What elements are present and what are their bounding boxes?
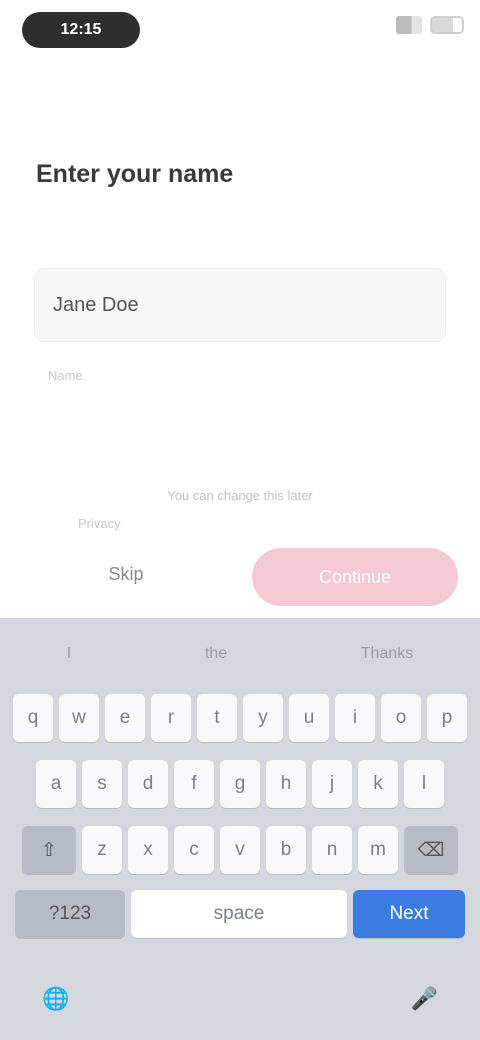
key-row-2: a s d f g h j k l bbox=[0, 760, 480, 808]
disclaimer-text: You can change this later bbox=[167, 488, 313, 503]
shift-key[interactable]: ⇧ bbox=[22, 826, 76, 874]
signal-icon bbox=[396, 16, 422, 34]
key-p[interactable]: p bbox=[427, 694, 467, 742]
name-input[interactable] bbox=[35, 269, 445, 341]
key-g[interactable]: g bbox=[220, 760, 260, 808]
key-b[interactable]: b bbox=[266, 826, 306, 874]
name-field-container[interactable] bbox=[34, 268, 446, 342]
key-k[interactable]: k bbox=[358, 760, 398, 808]
keyboard: I the Thanks q w e r t y u i o p a s d f… bbox=[0, 618, 480, 1040]
key-y[interactable]: y bbox=[243, 694, 283, 742]
key-q[interactable]: q bbox=[13, 694, 53, 742]
key-h[interactable]: h bbox=[266, 760, 306, 808]
key-row-3: ⇧ z x c v b n m ⌫ bbox=[0, 826, 480, 874]
key-r[interactable]: r bbox=[151, 694, 191, 742]
battery-icon bbox=[430, 16, 464, 34]
key-s[interactable]: s bbox=[82, 760, 122, 808]
space-key[interactable]: space bbox=[131, 890, 347, 938]
privacy-link[interactable]: Privacy bbox=[78, 516, 121, 531]
key-u[interactable]: u bbox=[289, 694, 329, 742]
status-bar: 12:15 bbox=[0, 0, 480, 64]
key-row-1: q w e r t y u i o p bbox=[0, 694, 480, 742]
key-o[interactable]: o bbox=[381, 694, 421, 742]
key-c[interactable]: c bbox=[174, 826, 214, 874]
key-l[interactable]: l bbox=[404, 760, 444, 808]
key-m[interactable]: m bbox=[358, 826, 398, 874]
key-e[interactable]: e bbox=[105, 694, 145, 742]
key-row-4: ?123 space Next bbox=[0, 890, 480, 938]
page-title: Enter your name bbox=[36, 160, 234, 188]
suggestion-bar: I the Thanks bbox=[0, 618, 480, 690]
globe-icon[interactable]: 🌐 bbox=[42, 986, 69, 1012]
status-time: 12:15 bbox=[22, 12, 140, 48]
key-w[interactable]: w bbox=[59, 694, 99, 742]
key-v[interactable]: v bbox=[220, 826, 260, 874]
key-z[interactable]: z bbox=[82, 826, 122, 874]
skip-button[interactable]: Skip bbox=[66, 550, 186, 598]
suggestion-item[interactable]: the bbox=[205, 645, 227, 663]
next-key[interactable]: Next bbox=[353, 890, 465, 938]
suggestion-item[interactable]: Thanks bbox=[361, 645, 413, 663]
keyboard-bottom-bar: 🌐 🎤 bbox=[0, 958, 480, 1040]
key-i[interactable]: i bbox=[335, 694, 375, 742]
key-n[interactable]: n bbox=[312, 826, 352, 874]
input-hint: Name bbox=[48, 368, 83, 383]
microphone-icon[interactable]: 🎤 bbox=[411, 986, 438, 1012]
delete-key[interactable]: ⌫ bbox=[404, 826, 458, 874]
key-x[interactable]: x bbox=[128, 826, 168, 874]
key-d[interactable]: d bbox=[128, 760, 168, 808]
key-j[interactable]: j bbox=[312, 760, 352, 808]
continue-button[interactable]: Continue bbox=[252, 548, 458, 606]
status-icons bbox=[396, 16, 464, 34]
key-f[interactable]: f bbox=[174, 760, 214, 808]
key-t[interactable]: t bbox=[197, 694, 237, 742]
suggestion-item[interactable]: I bbox=[67, 645, 71, 663]
key-a[interactable]: a bbox=[36, 760, 76, 808]
symbols-key[interactable]: ?123 bbox=[15, 890, 125, 938]
